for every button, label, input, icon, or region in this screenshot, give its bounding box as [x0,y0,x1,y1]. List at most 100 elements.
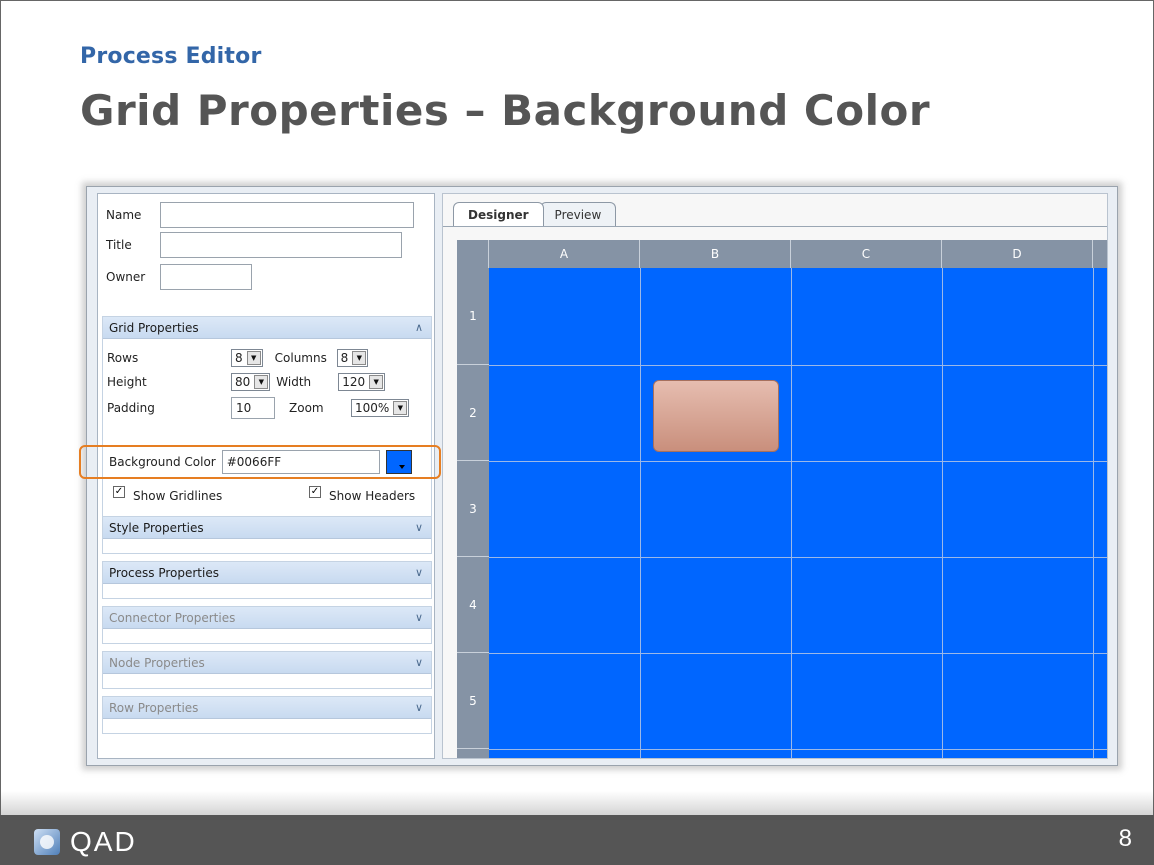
connector-properties-title: Connector Properties [109,610,236,625]
section-spacer [103,539,431,553]
zoom-label: Zoom [289,401,324,415]
screenshot-panel: Name Title Owner Grid Properties ∧ Rows … [79,186,1118,766]
style-properties-section: Style Properties ∨ [102,516,432,554]
width-select[interactable]: 120 ▼ [338,373,386,391]
title-input[interactable] [160,232,402,258]
gridline-horizontal [489,365,1107,366]
connector-properties-header[interactable]: Connector Properties ∨ [103,607,431,629]
dropdown-arrow-icon[interactable]: ▼ [246,351,261,365]
zoom-value: 100% [355,401,390,415]
title-row: Title [106,232,402,258]
slide-kicker: Process Editor [80,44,262,69]
gridline-horizontal [489,557,1107,558]
checkmark-icon[interactable]: ✓ [113,486,125,498]
name-label: Name [106,208,142,222]
tab-preview[interactable]: Preview [539,202,617,226]
row-header-partial [457,749,489,758]
height-select[interactable]: 80 ▼ [231,373,271,391]
tab-designer[interactable]: Designer [453,202,544,226]
qad-logo: QAD [34,826,137,858]
slide-footer: QAD 8 [0,791,1154,865]
gridline-vertical [1093,268,1094,758]
columns-label: Columns [274,351,327,365]
process-grid[interactable]: A B C D 1 2 3 4 5 [457,240,1107,758]
height-label: Height [107,375,147,389]
row-header-3[interactable]: 3 [457,461,489,557]
color-picker-button[interactable] [385,450,412,474]
grid-properties-header[interactable]: Grid Properties ∧ [103,317,431,339]
padding-label: Padding [107,401,155,415]
grid-properties-section: Grid Properties ∧ Rows 8 ▼ Columns 8 ▼ Hei… [79,316,441,520]
background-color-highlight: Background Color #0066FF [79,445,441,479]
checkbox-row: ✓ Show Gridlines ✓ Show Headers [113,485,415,507]
row-header-2[interactable]: 2 [457,365,489,461]
row-properties-title: Row Properties [109,700,199,715]
section-spacer [103,629,431,643]
page-number: 8 [1118,825,1132,852]
column-header-a[interactable]: A [489,240,640,268]
title-label: Title [106,238,132,252]
qad-logo-text: QAD [70,826,137,857]
checkmark-icon[interactable]: ✓ [309,486,321,498]
tab-divider [443,226,1107,227]
name-input[interactable] [160,202,414,228]
column-header-c[interactable]: C [791,240,942,268]
designer-panel: Designer Preview A B C D 1 2 3 4 5 [442,193,1108,759]
slide-title: Grid Properties – Background Color [80,86,931,135]
zoom-select[interactable]: 100% ▼ [351,399,410,417]
qad-logo-icon [34,829,60,855]
chevron-up-icon[interactable]: ∧ [415,321,423,334]
show-headers-label: Show Headers [329,489,416,503]
dropdown-arrow-icon[interactable]: ▼ [254,375,269,389]
gridline-vertical [942,268,943,758]
show-gridlines-label: Show Gridlines [133,489,223,503]
rows-select[interactable]: 8 ▼ [231,349,263,367]
node-properties-title: Node Properties [109,655,205,670]
dropdown-arrow-icon[interactable]: ▼ [393,401,408,415]
chevron-down-icon[interactable]: ∨ [415,566,423,579]
gridline-vertical [791,268,792,758]
chevron-down-icon[interactable]: ∨ [415,521,423,534]
section-spacer [103,584,431,598]
row-header-4[interactable]: 4 [457,557,489,653]
column-header-b[interactable]: B [640,240,791,268]
gridline-vertical [640,268,641,758]
style-properties-header[interactable]: Style Properties ∨ [103,517,431,539]
properties-panel: Name Title Owner Grid Properties ∧ Rows … [79,193,441,759]
node-properties-header[interactable]: Node Properties ∨ [103,652,431,674]
width-label: Width [276,375,312,389]
dropdown-arrow-icon[interactable]: ▼ [352,351,367,365]
owner-row: Owner [106,264,252,290]
designer-tabs: Designer Preview [453,202,617,226]
background-color-label: Background Color [109,455,216,469]
chevron-down-icon[interactable]: ∨ [415,611,423,624]
show-headers-checkbox[interactable]: ✓ Show Headers [309,486,416,503]
style-properties-title: Style Properties [109,520,204,535]
padding-input[interactable]: 10 [231,397,275,419]
process-node[interactable] [653,380,779,452]
grid-properties-title: Grid Properties [109,320,199,335]
show-gridlines-checkbox[interactable]: ✓ Show Gridlines [113,486,309,503]
chevron-down-icon[interactable]: ∨ [415,701,423,714]
row-properties-header[interactable]: Row Properties ∨ [103,697,431,719]
process-properties-section: Process Properties ∨ [102,561,432,599]
row-header-5[interactable]: 5 [457,653,489,749]
rows-label: Rows [107,351,139,365]
columns-value: 8 [340,351,349,365]
columns-select[interactable]: 8 ▼ [336,349,369,367]
row-header-1[interactable]: 1 [457,268,489,365]
owner-label: Owner [106,270,146,284]
grid-properties-body: Rows 8 ▼ Columns 8 ▼ Height 80 ▼ Width 120 ▼… [79,339,441,519]
chevron-down-icon[interactable]: ∨ [415,656,423,669]
process-properties-header[interactable]: Process Properties ∨ [103,562,431,584]
rows-columns-row: Rows 8 ▼ Columns 8 ▼ [107,347,369,369]
row-properties-section: Row Properties ∨ [102,696,432,734]
section-spacer [103,719,431,733]
owner-input[interactable] [160,264,252,290]
padding-zoom-row: Padding 10 Zoom 100% ▼ [107,397,410,419]
grid-corner [457,240,489,268]
dropdown-arrow-icon[interactable]: ▼ [369,375,384,389]
column-header-partial [1093,240,1107,268]
background-color-input[interactable]: #0066FF [221,450,380,474]
column-header-d[interactable]: D [942,240,1093,268]
